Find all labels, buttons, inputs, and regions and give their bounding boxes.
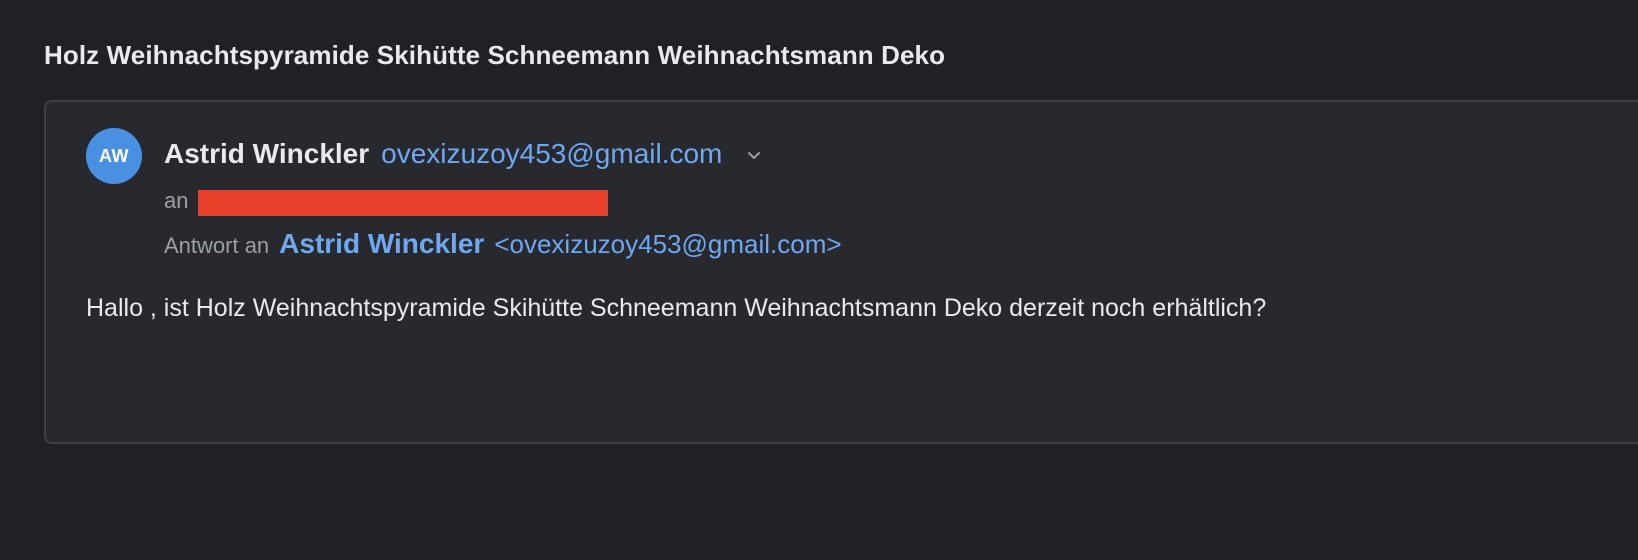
reply-to-email[interactable]: <ovexizuzoy453@gmail.com> xyxy=(494,229,841,260)
chevron-down-icon[interactable] xyxy=(744,145,764,165)
reply-to-label: Antwort an xyxy=(164,233,270,258)
recipient-row: an xyxy=(164,188,609,216)
avatar: AW xyxy=(86,128,142,184)
from-row: Astrid Winckler ovexizuzoy453@gmail.com xyxy=(164,138,764,170)
sender-name: Astrid Winckler xyxy=(164,138,370,169)
redacted-recipient xyxy=(198,190,609,216)
sender-email[interactable]: ovexizuzoy453@gmail.com xyxy=(381,138,722,170)
to-label: an xyxy=(164,188,189,213)
email-message-card: AW Astrid Winckler ovexizuzoy453@gmail.c… xyxy=(44,100,1638,444)
reply-to-row: Antwort an Astrid Winckler <ovexizuzoy45… xyxy=(164,228,842,260)
email-subject: Holz Weihnachtspyramide Skihütte Schneem… xyxy=(44,40,946,70)
reply-to-name[interactable]: Astrid Winckler xyxy=(279,228,484,260)
email-body: Hallo , ist Holz Weihnachtspyramide Skih… xyxy=(86,294,1267,322)
